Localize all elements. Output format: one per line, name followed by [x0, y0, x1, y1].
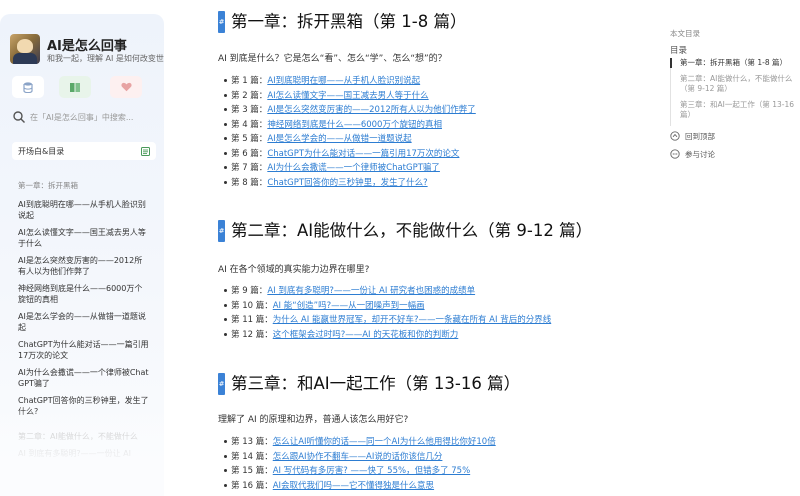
article-link[interactable]: ChatGPT回答你的三秒钟里，发生了什么? — [267, 178, 427, 188]
list-item: 第 10 篇：AI 能“创造”吗?——从一团噪声到一幅画 — [224, 299, 551, 314]
list-item: 第 14 篇：怎么跟AI协作不翻车——AI说的话你该信几分 — [224, 450, 496, 465]
article-link[interactable]: AI会取代我们吗——它不懂得独是什么意思 — [273, 481, 434, 491]
sidebar-item[interactable]: 神经网络到底是什么——6000万个旋钮的真相 — [18, 283, 150, 305]
search-input[interactable] — [30, 112, 156, 122]
article-link[interactable]: 怎么让AI听懂你的话——同一个AI为什么他用得比你好10倍 — [273, 437, 496, 447]
list-item: 第 16 篇：AI会取代我们吗——它不懂得独是什么意思 — [224, 479, 496, 494]
sidebar-nav: 第一章：拆开黑箱 AI到底聪明在哪——从手机人脸识别说起 AI怎么读懂文字——国… — [18, 180, 150, 465]
sidebar-item[interactable]: ChatGPT为什么能对话——一篇引用17万次的论文 — [18, 339, 150, 361]
article-link[interactable]: AI到底聪明在哪——从手机人脸识别说起 — [267, 76, 420, 86]
list-item: 第 7 篇：AI为什么会撒谎——一个律师被ChatGPT骗了 — [224, 161, 476, 176]
discuss-label: 参与讨论 — [685, 149, 715, 159]
sidebar-item[interactable]: AI 到底有多聪明?——一份让 AI — [18, 448, 150, 459]
heart-icon — [120, 82, 132, 92]
list-item: 第 3 篇：AI是怎么突然变厉害的——2012所有人以为他们作弊了 — [224, 103, 476, 118]
chapter-intro: AI 到底是什么？它是怎么“看”、怎么“学”、怎么“想”的？ — [218, 54, 447, 64]
back-to-top-label: 回到顶部 — [685, 131, 715, 141]
table-of-contents: 本文目录 目录 第一章：拆开黑箱（第 1-8 篇） 第二章：AI能做什么，不能做… — [670, 28, 795, 159]
list-item: 第 11 篇：为什么 AI 能赢世界冠军，却开不好车?——一条藏在所有 AI 背… — [224, 313, 551, 328]
chapter-heading: 第二章：AI能做什么，不能做什么（第 9-12 篇） — [231, 221, 593, 240]
sidebar: AI是怎么回事 和我一起，理解 AI 是如何改变世 在「AI是怎么回事」中搜索.… — [0, 14, 164, 496]
chat-bubble-icon — [670, 149, 680, 159]
toc-label: 本文目录 — [670, 29, 700, 38]
toc-item-chapter-2[interactable]: 第二章：AI能做什么，不能做什么（第 9-12 篇） — [671, 74, 795, 94]
article-link[interactable]: 这个框架会过时吗?——AI 的天花板和你的判断力 — [273, 330, 459, 340]
back-to-top-icon — [670, 131, 680, 141]
list-item: 第 12 篇：这个框架会过时吗?——AI 的天花板和你的判断力 — [224, 328, 551, 343]
sidebar-item[interactable]: AI是怎么突然变厉害的——2012所有人以为他们作弊了 — [18, 255, 150, 277]
nav-header[interactable]: 开场白&目录 — [12, 142, 156, 160]
article-list: 第 9 篇：AI 到底有多聪明?——一份让 AI 研究者也困惑的成绩单 第 10… — [224, 284, 551, 342]
list-item: 第 15 篇：AI 写代码有多厉害? ——快了 55%，但错多了 75% — [224, 464, 496, 479]
sidebar-item[interactable]: AI为什么会撒谎——一个律师被ChatGPT骗了 — [18, 367, 150, 389]
sidebar-item[interactable]: AI怎么读懂文字——国王减去男人等于什么 — [18, 227, 150, 249]
sidebar-item[interactable]: ChatGPT回答你的三秒钟里，发生了什么? — [18, 395, 150, 417]
list-item: 第 1 篇：AI到底聪明在哪——从手机人脸识别说起 — [224, 74, 476, 89]
search-box[interactable] — [12, 106, 156, 128]
heart-button[interactable] — [110, 76, 142, 98]
list-item: 第 2 篇：AI怎么读懂文字——国王减去男人等于什么 — [224, 89, 476, 104]
heading-anchor-icon[interactable]: # — [218, 373, 225, 395]
nav-chapter-label: 第一章：拆开黑箱 — [18, 181, 78, 190]
article-link[interactable]: AI为什么会撒谎——一个律师被ChatGPT骗了 — [267, 163, 440, 173]
article-link[interactable]: AI怎么读懂文字——国王减去男人等于什么 — [267, 91, 428, 101]
toc-list: 第一章：拆开黑箱（第 1-8 篇） 第二章：AI能做什么，不能做什么（第 9-1… — [670, 58, 795, 126]
article-list: 第 13 篇：怎么让AI听懂你的话——同一个AI为什么他用得比你好10倍 第 1… — [224, 435, 496, 493]
database-icon — [23, 81, 33, 93]
heading-anchor-icon[interactable]: # — [218, 220, 225, 242]
list-item: 第 5 篇：AI是怎么学会的——从做错一道题说起 — [224, 132, 476, 147]
site-subtitle: 和我一起，理解 AI 是如何改变世 — [47, 54, 164, 63]
back-to-top-button[interactable]: 回到顶部 — [670, 128, 795, 144]
sidebar-item[interactable]: AI到底聪明在哪——从手机人脸识别说起 — [18, 199, 150, 221]
article-link[interactable]: 神经网络到底是什么——6000万个旋钮的真相 — [267, 120, 442, 130]
toc-actions: 回到顶部 参与讨论 — [670, 128, 795, 164]
search-icon — [13, 111, 25, 123]
avatar[interactable] — [10, 34, 40, 64]
toc-item-chapter-1[interactable]: 第一章：拆开黑箱（第 1-8 篇） — [670, 58, 795, 68]
list-item: 第 13 篇：怎么让AI听懂你的话——同一个AI为什么他用得比你好10倍 — [224, 435, 496, 450]
list-icon — [141, 146, 150, 156]
database-button[interactable] — [12, 76, 44, 98]
list-item: 第 9 篇：AI 到底有多聪明?——一份让 AI 研究者也困惑的成绩单 — [224, 284, 551, 299]
discuss-button[interactable]: 参与讨论 — [670, 146, 795, 162]
article-link[interactable]: 怎么跟AI协作不翻车——AI说的话你该信几分 — [273, 452, 443, 462]
brand[interactable]: AI是怎么回事 和我一起，理解 AI 是如何改变世 — [10, 34, 164, 66]
list-item: 第 8 篇：ChatGPT回答你的三秒钟里，发生了什么? — [224, 176, 476, 191]
chapter-heading: 第三章：和AI一起工作（第 13-16 篇） — [231, 374, 521, 393]
site-title[interactable]: AI是怎么回事 — [47, 35, 127, 54]
article-link[interactable]: AI是怎么学会的——从做错一道题说起 — [267, 134, 411, 144]
article-link[interactable]: AI 能“创造”吗?——从一团噪声到一幅画 — [273, 301, 425, 311]
article-link[interactable]: AI是怎么突然变厉害的——2012所有人以为他们作弊了 — [267, 105, 475, 115]
article-link[interactable]: AI 写代码有多厉害? ——快了 55%，但错多了 75% — [273, 466, 470, 476]
sidebar-item[interactable]: 第二章：AI能做什么，不能做什么 — [18, 431, 150, 442]
heading-anchor-icon[interactable]: # — [218, 11, 225, 33]
book-icon — [70, 82, 80, 92]
chapter-intro: 理解了 AI 的原理和边界，普通人该怎么用好它? — [218, 415, 409, 425]
toc-item-chapter-3[interactable]: 第三章：和AI一起工作（第 13-16 篇） — [671, 100, 795, 120]
article-link[interactable]: AI 到底有多聪明?——一份让 AI 研究者也困惑的成绩单 — [267, 286, 475, 296]
chapter-heading: 第一章：拆开黑箱（第 1-8 篇） — [231, 12, 467, 31]
article-list: 第 1 篇：AI到底聪明在哪——从手机人脸识别说起 第 2 篇：AI怎么读懂文字… — [224, 74, 476, 190]
sidebar-item[interactable]: AI是怎么学会的——从做错一道题说起 — [18, 311, 150, 333]
book-button[interactable] — [59, 76, 91, 98]
article-link[interactable]: ChatGPT为什么能对话——一篇引用17万次的论文 — [267, 149, 459, 159]
sidebar-icon-row — [12, 76, 156, 98]
toc-root[interactable]: 目录 — [670, 44, 687, 56]
list-item: 第 4 篇：神经网络到底是什么——6000万个旋钮的真相 — [224, 118, 476, 133]
article-link[interactable]: 为什么 AI 能赢世界冠军，却开不好车?——一条藏在所有 AI 背后的分界线 — [273, 315, 551, 325]
list-item: 第 6 篇：ChatGPT为什么能对话——一篇引用17万次的论文 — [224, 147, 476, 162]
nav-header-label: 开场白&目录 — [18, 146, 65, 156]
chapter-intro: AI 在各个领域的真实能力边界在哪里? — [218, 265, 370, 275]
